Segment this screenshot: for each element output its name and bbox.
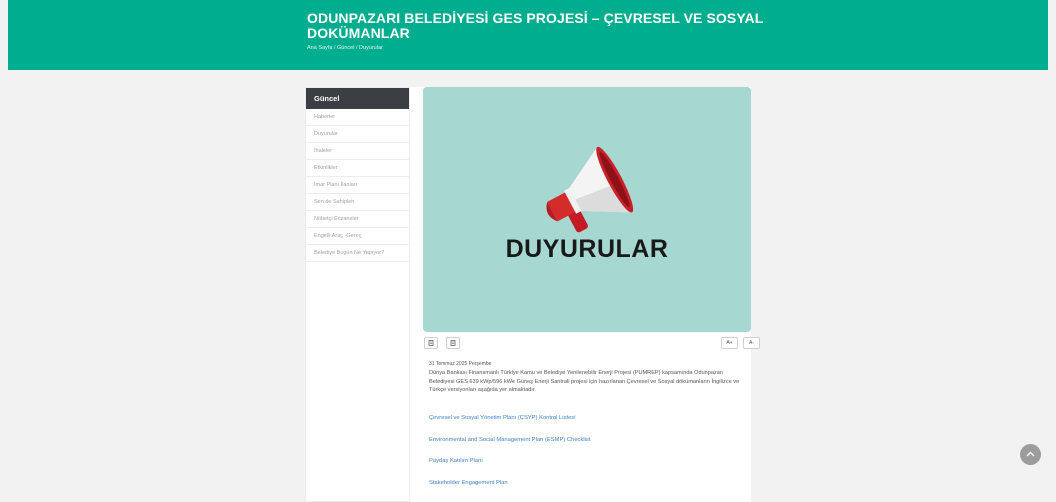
breadcrumb: Ana Sayfa / Güncel / Duyurular [307, 45, 807, 51]
print-icon [428, 340, 434, 346]
document-button[interactable] [446, 337, 460, 349]
breadcrumb-home[interactable]: Ana Sayfa [307, 45, 332, 51]
sidebar-item-nobetci-eczaneler[interactable]: Nöbetçi Eczaneler [306, 211, 409, 228]
sidebar-item-ihaleler[interactable]: İhaleler [306, 143, 409, 160]
sidebar-item-engelli-arac[interactable]: Engelli Araç -Gereç [306, 228, 409, 245]
sidebar-item-imar-plani[interactable]: İmar Planı İlanları [306, 177, 409, 194]
page-title-line-1: ODUNPAZARI BELEDİYESİ GES PROJESİ – ÇEVR… [307, 10, 764, 26]
megaphone-icon [546, 146, 634, 233]
breadcrumb-guncel[interactable]: Güncel [337, 45, 354, 51]
sidebar-item-duyurular[interactable]: Duyurular [306, 126, 409, 143]
print-button[interactable] [424, 337, 438, 349]
document-icon [450, 340, 456, 346]
breadcrumb-separator: / [333, 45, 336, 51]
article-date: 31 Temmuz 2025 Perşembe [429, 361, 492, 367]
sidebar-heading: Güncel [306, 88, 409, 109]
page-title-line-2: DOKÜMANLAR [307, 25, 410, 41]
sidebar: Güncel Haberler Duyurular İhaleler Etkin… [305, 87, 410, 502]
breadcrumb-duyurular: Duyurular [359, 45, 383, 51]
scroll-to-top-button[interactable] [1020, 444, 1041, 465]
sidebar-item-haberler[interactable]: Haberler [306, 109, 409, 126]
font-increase-button[interactable]: A+ [721, 337, 738, 349]
article: 31 Temmuz 2025 Perşembe Dünya Bankası Fi… [429, 361, 749, 395]
font-decrease-button[interactable]: A- [743, 337, 760, 349]
breadcrumb-separator: / [355, 45, 358, 51]
sidebar-item-belediye-bugun[interactable]: Belediye Bugün Ne Yapıyor? [306, 245, 409, 262]
link-stakeholder-engagement-plan[interactable]: Stakeholder Engagement Plan [429, 480, 508, 486]
link-csyp-kontrol-listesi[interactable]: Çevresel ve Sosyal Yönetim Planı (ÇSYP) … [429, 415, 576, 421]
link-esmp-checklist[interactable]: Environmental and Social Management Plan… [429, 437, 590, 443]
page-header: ODUNPAZARI BELEDİYESİ GES PROJESİ – ÇEVR… [8, 0, 1048, 70]
page-title: ODUNPAZARI BELEDİYESİ GES PROJESİ – ÇEVR… [307, 11, 807, 41]
announcement-image: DUYURULAR [423, 87, 751, 332]
sidebar-item-sen-de-sahiplen[interactable]: Sen de Sahiplen [306, 194, 409, 211]
article-body: Dünya Bankası Finansmanlı Türkiye Kamu v… [429, 370, 740, 394]
announcement-image-title: DUYURULAR [505, 235, 669, 263]
sidebar-item-etkinlikler[interactable]: Etkinlikler [306, 160, 409, 177]
link-paydas-katilim-plani[interactable]: Paydaş Katılım Planı [429, 458, 483, 464]
arrow-up-icon [1026, 451, 1035, 457]
